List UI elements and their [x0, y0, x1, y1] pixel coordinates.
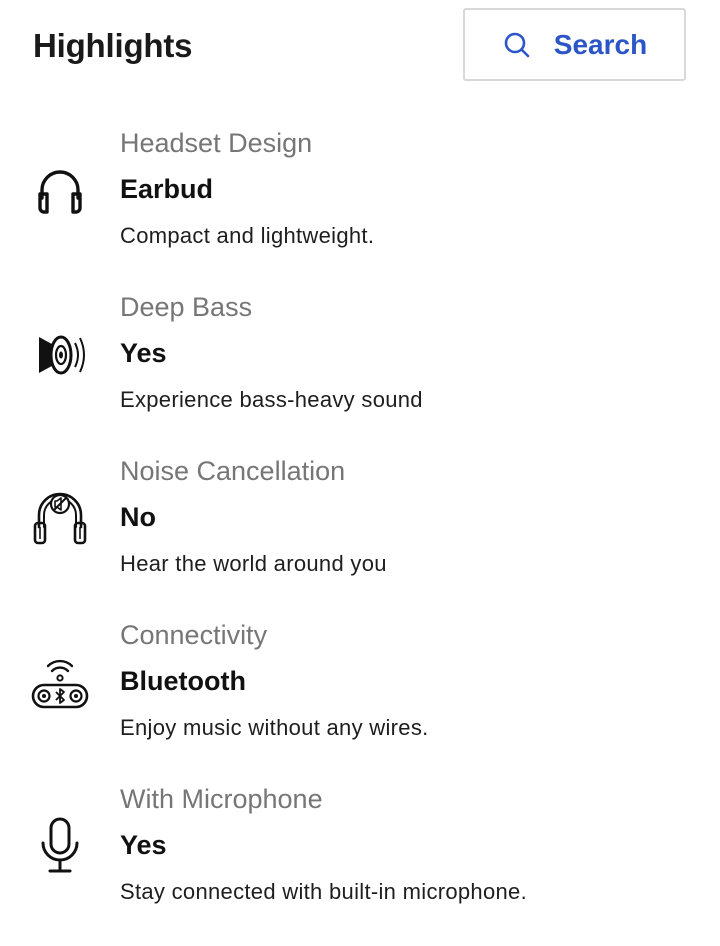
feature-description: Hear the world around you	[120, 551, 387, 576]
microphone-icon	[28, 814, 92, 878]
feature-name: Headset Design	[120, 128, 313, 158]
highlight-with-microphone: With Microphone Yes Stay connected with …	[0, 782, 720, 946]
feature-value: Earbud	[120, 174, 214, 204]
bluetooth-device-icon	[28, 650, 92, 714]
search-label: Search	[553, 28, 648, 60]
feature-description: Stay connected with built-in microphone.	[120, 879, 527, 904]
feature-description: Enjoy music without any wires.	[120, 715, 429, 740]
feature-value: Bluetooth	[120, 666, 246, 696]
highlight-noise-cancellation: Noise Cancellation No Hear the world aro…	[0, 454, 720, 618]
feature-description: Compact and lightweight.	[120, 223, 375, 248]
page-title: Highlights	[33, 27, 193, 64]
speaker-icon	[28, 322, 92, 386]
search-button[interactable]: Search	[463, 8, 686, 81]
search-icon	[502, 30, 532, 60]
feature-name: Noise Cancellation	[120, 456, 346, 486]
feature-value: Yes	[120, 338, 167, 368]
highlight-deep-bass: Deep Bass Yes Experience bass-heavy soun…	[0, 290, 720, 454]
feature-name: Connectivity	[120, 620, 268, 650]
feature-value: No	[120, 502, 156, 532]
feature-name: Deep Bass	[120, 292, 253, 322]
feature-description: Experience bass-heavy sound	[120, 387, 423, 412]
highlight-connectivity: Connectivity Bluetooth Enjoy music witho…	[0, 618, 720, 782]
noise-cancellation-icon	[28, 486, 92, 550]
feature-name: With Microphone	[120, 784, 323, 814]
headphones-icon	[28, 158, 92, 222]
highlight-headset-design: Headset Design Earbud Compact and lightw…	[0, 126, 720, 290]
feature-value: Yes	[120, 830, 167, 860]
